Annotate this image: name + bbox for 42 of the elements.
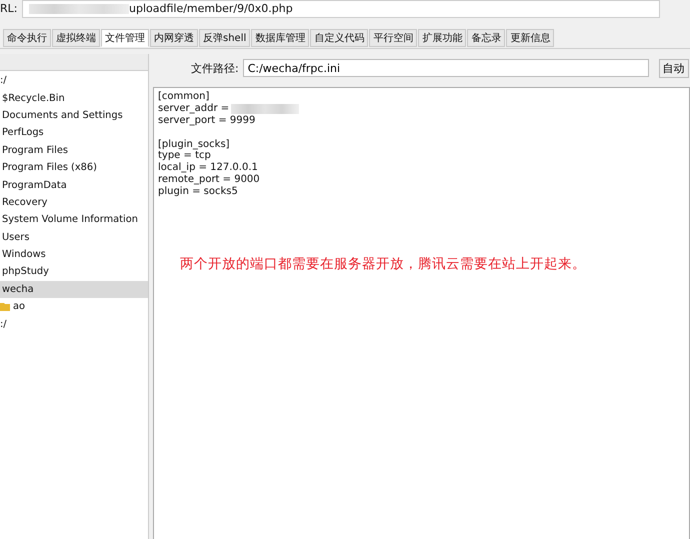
tree-item[interactable]: ao [0,298,148,316]
code-line: type = tcp [158,150,211,162]
tree-item[interactable]: :/ [0,72,148,90]
tab[interactable]: 反弹shell [199,29,250,47]
text-editor[interactable]: [common] server_addr = server_port = 9999 [plugin_socks] type = tcp local_ip = 127.0.0.1 remote_port = 9000 plugin = socks5 两个开放的端口都需要在服务器开放，腾讯云需要在站上开起来。 [153,87,690,539]
tree-item[interactable]: wecha [0,280,148,298]
code-line: server_addr = [158,102,230,115]
code-line: remote_port = 9000 [158,174,260,186]
url-label: RL: [0,2,18,15]
tab[interactable]: 备忘录 [467,29,506,47]
tree-item[interactable]: PerfLogs [0,124,148,142]
url-field[interactable]: uploadfile/member/9/0x0.php [22,0,660,18]
code-line: local_ip = 127.0.0.1 [158,162,258,174]
code-line: server_port = 9999 [158,114,256,127]
tree-item[interactable]: phpStudy [0,263,148,281]
folder-icon [0,302,10,312]
tree-item[interactable]: System Volume Information [0,211,148,229]
code-line: [plugin_socks] [158,138,230,150]
tab[interactable]: 虚拟终端 [52,29,100,47]
tree-item[interactable]: Windows [0,246,148,264]
tree-item[interactable]: ProgramData [0,176,148,194]
path-label: 文件路径: [191,60,239,76]
tree-item[interactable]: Program Files [0,142,148,159]
tree-item[interactable]: Users [0,228,148,246]
tree-item[interactable]: :/ [0,315,148,333]
tree-item[interactable]: Documents and Settings [0,106,148,124]
tab[interactable]: 平行空间 [369,29,418,47]
code-line: plugin = socks5 [158,186,238,198]
tree-item[interactable]: $Recycle.Bin [0,89,148,107]
path-field[interactable]: C:/wecha/frpc.ini [242,59,649,77]
tab[interactable]: 更新信息 [506,29,554,47]
tab[interactable]: 扩展功能 [418,29,466,47]
tree-item[interactable]: Program Files (x86) [0,158,148,176]
tab[interactable]: 自定义代码 [310,29,368,47]
code-line: [common] [158,91,210,103]
tab[interactable]: 数据库管理 [251,29,310,47]
tree-item[interactable]: Recovery [0,194,148,212]
tab[interactable]: 命令执行 [3,29,51,47]
tab[interactable]: 文件管理 [101,29,149,47]
annotation-text: 两个开放的端口都需要在服务器开放，腾讯云需要在站上开起来。 [180,259,587,271]
tab[interactable]: 内网穿透 [150,29,198,47]
auto-button[interactable]: 自动 [658,58,689,78]
